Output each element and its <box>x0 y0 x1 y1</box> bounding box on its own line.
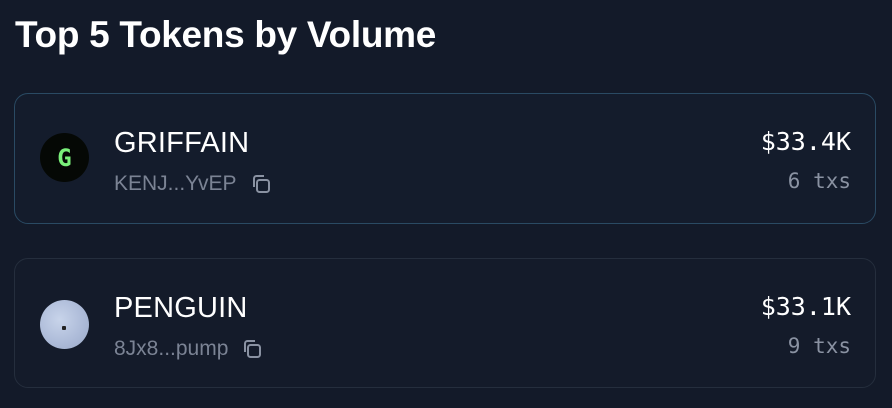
token-card-griffain[interactable]: G GRIFFAIN KENJ...YvEP $33.4K 6 txs <box>14 93 876 224</box>
copy-icon[interactable] <box>250 173 272 195</box>
token-volume: $33.1K <box>760 292 851 321</box>
token-tx-count: 6 txs <box>787 169 851 193</box>
penguin-logo-icon <box>40 300 89 349</box>
logo-letter: G <box>57 143 72 172</box>
token-address: KENJ...YvEP <box>114 172 237 195</box>
page-title: Top 5 Tokens by Volume <box>15 14 437 55</box>
token-address: 8Jx8...pump <box>114 337 229 360</box>
token-name: PENGUIN <box>114 292 248 324</box>
copy-icon[interactable] <box>241 338 263 360</box>
penguin-figure <box>62 326 66 330</box>
token-tx-count: 9 txs <box>787 334 851 358</box>
token-address-row: 8Jx8...pump <box>114 337 263 361</box>
token-name: GRIFFAIN <box>114 127 250 159</box>
token-address-row: KENJ...YvEP <box>114 172 272 196</box>
griffain-logo-icon: G <box>40 133 89 182</box>
token-card-penguin[interactable]: PENGUIN 8Jx8...pump $33.1K 9 txs <box>14 258 876 388</box>
token-volume: $33.4K <box>760 127 851 156</box>
